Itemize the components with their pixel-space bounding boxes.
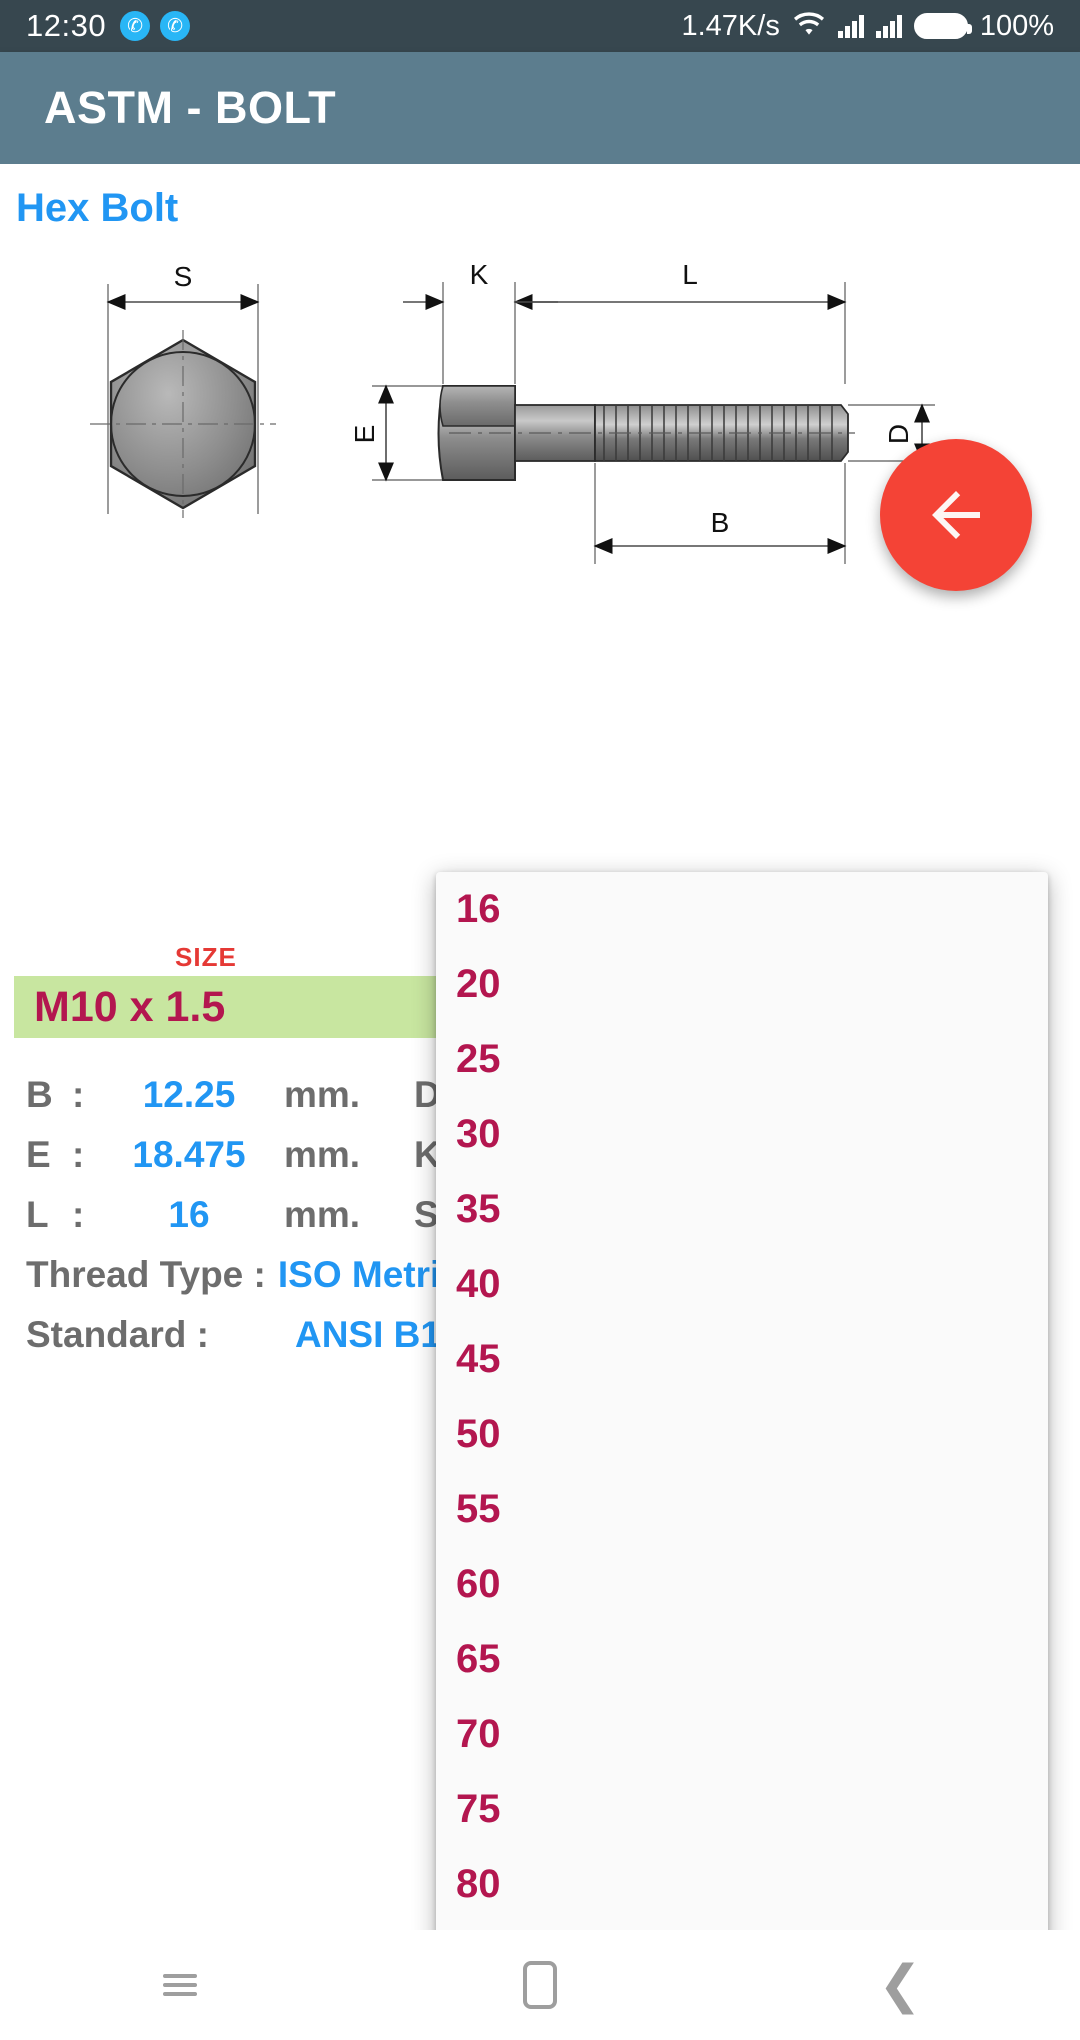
content-area: Hex Bolt S K L E D B SIZE M10 x 1.5 B: …	[0, 164, 1080, 2040]
standard-label: Standard :	[26, 1314, 209, 1355]
size-value-box[interactable]: M10 x 1.5	[14, 976, 436, 1038]
status-right-cluster: 1.47K/s 100%	[681, 10, 1054, 43]
spec-key: E	[26, 1134, 51, 1175]
app-screen: 12:30 ✆ ✆ 1.47K/s 100% ASTM - BOLT Hex B…	[0, 0, 1080, 2040]
network-speed-text: 1.47K/s	[681, 9, 780, 42]
size-value-text: M10 x 1.5	[34, 982, 226, 1031]
nav-back-button[interactable]: ❮	[840, 1945, 960, 2025]
list-item[interactable]: 60	[436, 1547, 1048, 1622]
length-selector-list[interactable]: 16 20 25 30 35 40 45 50 55 60 65 70 75 8…	[436, 872, 1048, 2040]
arrow-left-icon	[932, 491, 980, 539]
status-time: 12:30	[26, 8, 107, 43]
nav-menu-button[interactable]	[120, 1945, 240, 2025]
dimension-label-K: K	[470, 259, 489, 290]
phone-call-icon: ✆	[120, 11, 151, 41]
spec-colon: :	[72, 1074, 85, 1115]
spec-value: 16	[168, 1194, 210, 1235]
list-item[interactable]: 16	[436, 872, 1048, 947]
battery-percent-text: 100%	[979, 9, 1054, 42]
dimension-label-S: S	[174, 261, 193, 292]
list-item[interactable]: 35	[436, 1172, 1048, 1247]
spec-value: 12.25	[142, 1074, 236, 1115]
thread-type-label: Thread Type :	[26, 1254, 266, 1295]
signal-bars-icon	[875, 14, 902, 38]
home-square-icon	[523, 1961, 557, 2009]
spec-key: B	[26, 1074, 53, 1115]
app-title: ASTM - BOLT	[44, 82, 337, 133]
dimension-label-L: L	[682, 259, 698, 290]
list-item[interactable]: 75	[436, 1772, 1048, 1847]
list-item[interactable]: 50	[436, 1397, 1048, 1472]
battery-full-icon	[913, 13, 972, 39]
spec-value: 18.475	[132, 1134, 246, 1175]
size-label: SIZE	[175, 942, 237, 972]
spec-unit: mm.	[284, 1194, 361, 1235]
nav-home-button[interactable]	[480, 1945, 600, 2025]
spec-colon: :	[72, 1134, 85, 1175]
list-item[interactable]: 80	[436, 1847, 1048, 1922]
list-item[interactable]: 70	[436, 1697, 1048, 1772]
app-bar: ASTM - BOLT	[0, 52, 1080, 164]
chevron-left-icon: ❮	[878, 1956, 922, 2014]
list-item[interactable]: 20	[436, 947, 1048, 1022]
menu-icon	[163, 1969, 197, 2001]
phone-call-icon: ✆	[160, 11, 191, 41]
signal-bars-icon	[837, 14, 864, 38]
spec-unit: mm.	[284, 1134, 361, 1175]
list-item[interactable]: 55	[436, 1472, 1048, 1547]
list-item[interactable]: 45	[436, 1322, 1048, 1397]
status-bar: 12:30 ✆ ✆ 1.47K/s 100%	[0, 0, 1080, 52]
dimension-label-E: E	[349, 425, 380, 444]
spec-key: L	[26, 1194, 49, 1235]
spec-colon: :	[72, 1194, 85, 1235]
dimension-label-D: D	[883, 424, 914, 444]
android-navigation-bar: ❮	[0, 1930, 1080, 2040]
list-item[interactable]: 65	[436, 1622, 1048, 1697]
wifi-icon	[792, 11, 826, 42]
hex-bolt-engineering-drawing: S K L E D B	[90, 259, 935, 564]
spec-unit: mm.	[284, 1074, 361, 1115]
dimension-label-B: B	[711, 507, 730, 538]
status-notification-icons: ✆ ✆	[120, 11, 191, 41]
list-item[interactable]: 25	[436, 1022, 1048, 1097]
back-fab-button[interactable]	[880, 439, 1032, 591]
page-title: Hex Bolt	[16, 186, 179, 230]
list-item[interactable]: 30	[436, 1097, 1048, 1172]
thread-type-value: ISO Metric	[277, 1254, 461, 1295]
list-item[interactable]: 40	[436, 1247, 1048, 1322]
